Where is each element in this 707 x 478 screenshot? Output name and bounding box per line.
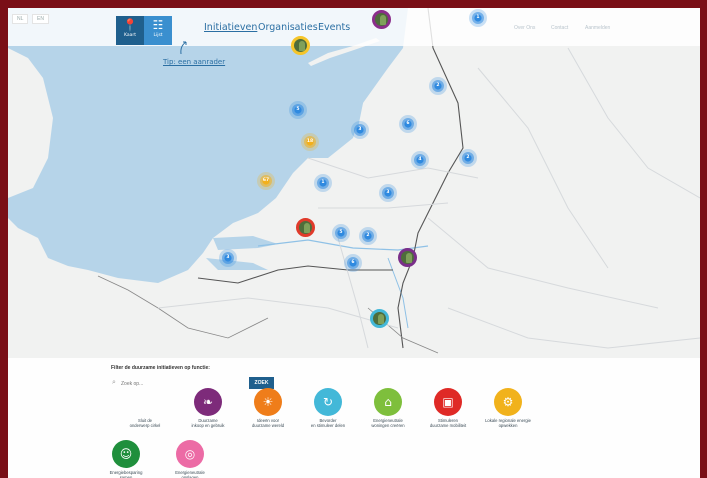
cluster-count: 18: [306, 139, 314, 144]
category-label: Energieneutrale opslagen: [175, 470, 205, 478]
gear-icon: ⚙: [494, 388, 522, 416]
recycle-icon: ↻: [314, 388, 342, 416]
initiative-photo-marker[interactable]: [296, 218, 315, 237]
map-cluster-marker[interactable]: 1: [313, 173, 333, 193]
cluster-count: 67: [262, 178, 270, 183]
search-icon: ⌕: [112, 379, 116, 386]
cluster-count: 2: [466, 155, 470, 160]
map-cluster-marker[interactable]: 2: [428, 76, 448, 96]
map-cluster-marker[interactable]: 6: [343, 253, 363, 273]
category-filter-6[interactable]: ▣ Stimuleren duurzame mobiliteit: [418, 388, 478, 428]
cluster-count: 3: [358, 127, 362, 132]
cluster-count: 3: [226, 255, 230, 260]
category-label: Energiebesparing samen: [109, 470, 143, 478]
lightbulb-icon: ☀: [254, 388, 282, 416]
map-cluster-marker[interactable]: 5: [288, 100, 308, 120]
leaf-icon: ❧: [194, 388, 222, 416]
map-view-button[interactable]: 📍 Kaart: [116, 16, 144, 45]
list-grid-icon: ☷: [152, 18, 164, 32]
category-filter-3[interactable]: ☀ Ideeën voor duurzame wereld: [238, 388, 298, 428]
cluster-count: 2: [366, 233, 370, 238]
map-cluster-marker[interactable]: 5: [331, 223, 351, 243]
map-cluster-marker[interactable]: 2: [358, 226, 378, 246]
cluster-count: 6: [406, 121, 410, 126]
cluster-count: 3: [386, 190, 390, 195]
map-cluster-marker[interactable]: 1: [468, 8, 488, 28]
map-cluster-marker[interactable]: 3: [218, 248, 238, 268]
people-icon: ☺: [112, 440, 140, 468]
category-filter-9[interactable]: ◎ Energieneutrale opslagen: [160, 440, 220, 478]
category-filter-2[interactable]: ❧ Duurzame inkoop en gebruik: [178, 388, 238, 428]
map-cluster-marker[interactable]: 18: [300, 132, 320, 152]
car-icon: ▣: [434, 388, 462, 416]
nav-initiatieven[interactable]: Initiatieven: [204, 22, 257, 33]
filter-title: Filter de duurzame initiatieven op funct…: [111, 365, 210, 371]
category-label: Energieneutrale woningen creëren: [371, 418, 405, 428]
category-label: Stimuleren duurzame mobiliteit: [429, 418, 467, 428]
list-view-label: Lijst: [153, 33, 163, 38]
target-icon: ◎: [176, 440, 204, 468]
category-label: Bevorder en stimuleer delen: [310, 418, 346, 428]
map-cluster-marker[interactable]: 3: [350, 120, 370, 140]
filter-panel: Filter de duurzame initiatieven op funct…: [8, 358, 700, 478]
cluster-count: 4: [418, 157, 422, 162]
category-filter-7[interactable]: ⚙ Lokale regionale energie opwekken: [478, 388, 538, 428]
cluster-count: 6: [351, 260, 355, 265]
category-filter-1[interactable]: Sluit de onderwerp cirkel: [115, 388, 175, 428]
map-cluster-marker[interactable]: 6: [398, 114, 418, 134]
category-label: Ideeën voor duurzame wereld: [251, 418, 285, 428]
cluster-count: 1: [476, 15, 480, 20]
category-filter-5[interactable]: ⌂ Energieneutrale woningen creëren: [358, 388, 418, 428]
category-filter-8[interactable]: ☺ Energiebesparing samen: [96, 440, 156, 478]
link-contact[interactable]: Contact: [551, 25, 568, 31]
initiative-photo-marker[interactable]: [372, 10, 391, 29]
link-over-ons[interactable]: Over Ons: [514, 25, 535, 31]
cluster-count: 1: [321, 180, 325, 185]
list-view-button[interactable]: ☷ Lijst: [144, 16, 172, 45]
hint-arrow-icon: [180, 41, 187, 55]
link-aanmelden[interactable]: Aanmelden: [585, 25, 610, 31]
cluster-count: 5: [339, 230, 343, 235]
house-icon: ⌂: [374, 388, 402, 416]
nav-events[interactable]: Events: [318, 22, 350, 33]
map-cluster-marker[interactable]: 2: [458, 148, 478, 168]
initiative-photo-marker[interactable]: [398, 248, 417, 267]
map-pin-icon: 📍: [122, 18, 138, 32]
category-label: Sluit de onderwerp cirkel: [129, 418, 161, 428]
cluster-count: 2: [436, 83, 440, 88]
map-cluster-marker[interactable]: 67: [256, 171, 276, 191]
language-nl[interactable]: NL: [12, 14, 29, 24]
initiative-photo-marker[interactable]: [291, 36, 310, 55]
cluster-count: 5: [296, 107, 300, 112]
initiative-photo-marker[interactable]: [370, 309, 389, 328]
category-label: Duurzame inkoop en gebruik: [191, 418, 225, 428]
tip-hint: Tip: een aanrader: [163, 58, 226, 66]
nav-organisaties[interactable]: Organisaties: [258, 22, 318, 33]
map-cluster-marker[interactable]: 4: [410, 150, 430, 170]
category-filter-4[interactable]: ↻ Bevorder en stimuleer delen: [298, 388, 358, 428]
app-frame: NL EN 📍 Kaart ☷ Lijst Initiatieven Organ…: [8, 8, 700, 478]
map-cluster-marker[interactable]: 3: [378, 183, 398, 203]
language-en[interactable]: EN: [32, 14, 49, 24]
top-navigation-bar: NL EN 📍 Kaart ☷ Lijst Initiatieven Organ…: [8, 8, 700, 46]
map-view-label: Kaart: [123, 33, 136, 38]
category-label: Lokale regionale energie opwekken: [485, 418, 531, 428]
